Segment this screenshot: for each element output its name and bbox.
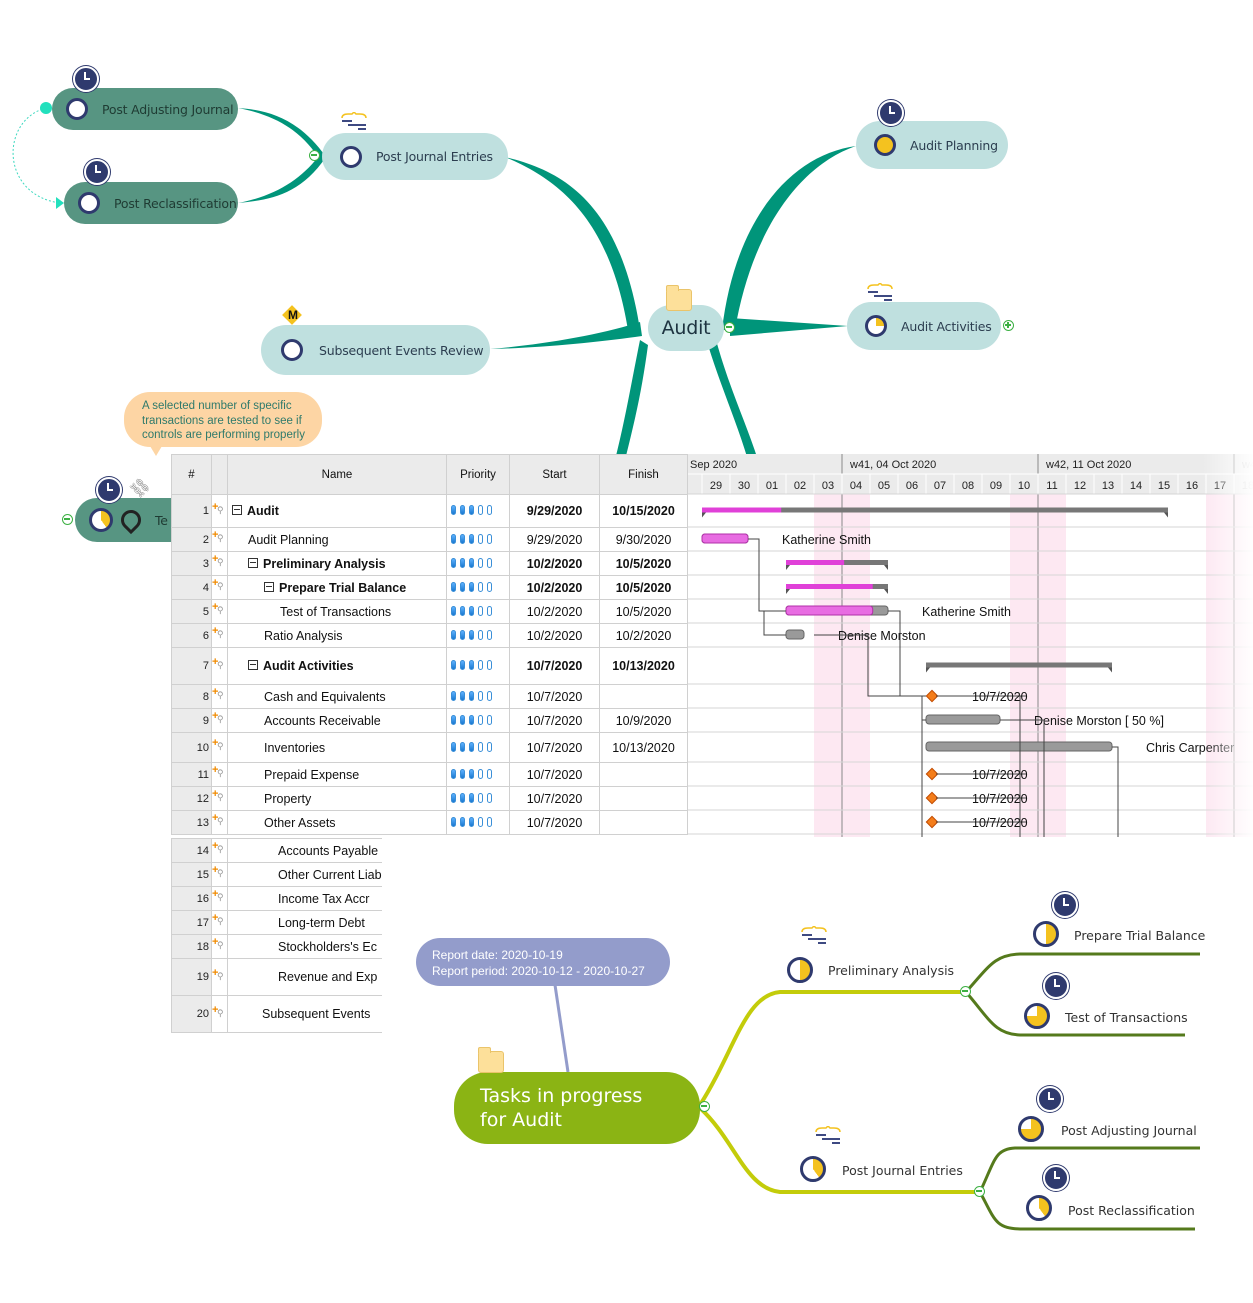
node-post-reclassification[interactable]: Post Reclassification bbox=[1068, 1203, 1195, 1218]
branch-prepare-trial-balance bbox=[964, 952, 1200, 993]
collapse-toggle[interactable] bbox=[699, 1101, 710, 1112]
progress-ring-half-icon bbox=[1033, 921, 1059, 947]
collapse-toggle[interactable] bbox=[974, 1186, 985, 1197]
branch-post-adjusting-journal bbox=[978, 1146, 1200, 1193]
central-node-tasks-in-progress[interactable]: Tasks in progress for Audit bbox=[454, 1072, 700, 1144]
node-prepare-trial-balance[interactable]: Prepare Trial Balance bbox=[1074, 928, 1205, 943]
clock-icon bbox=[1043, 1165, 1069, 1191]
clock-icon bbox=[1037, 1086, 1063, 1112]
subtasks-icon bbox=[815, 1126, 841, 1144]
progress-ring-threequarter-icon bbox=[1018, 1116, 1044, 1142]
node-post-journal-entries[interactable]: Post Journal Entries bbox=[842, 1163, 963, 1178]
progress-ring-icon bbox=[800, 1156, 826, 1182]
report-callout: Report date: 2020-10-19 Report period: 2… bbox=[416, 938, 670, 986]
progress-ring-threequarter-icon bbox=[1024, 1003, 1050, 1029]
progress-ring-icon bbox=[1026, 1195, 1052, 1221]
node-preliminary-analysis[interactable]: Preliminary Analysis bbox=[828, 963, 954, 978]
branch-preliminary-analysis bbox=[698, 990, 966, 1107]
folder-icon bbox=[478, 1047, 504, 1073]
report-pointer bbox=[553, 984, 570, 1073]
node-test-of-transactions[interactable]: Test of Transactions bbox=[1065, 1010, 1188, 1025]
progress-ring-half-icon bbox=[787, 957, 813, 983]
clock-icon bbox=[1052, 892, 1078, 918]
node-post-adjusting-journal[interactable]: Post Adjusting Journal bbox=[1061, 1123, 1197, 1138]
collapse-toggle[interactable] bbox=[960, 986, 971, 997]
subtasks-icon bbox=[801, 926, 827, 944]
branch-post-journal-entries bbox=[698, 1106, 980, 1194]
clock-icon bbox=[1043, 973, 1069, 999]
